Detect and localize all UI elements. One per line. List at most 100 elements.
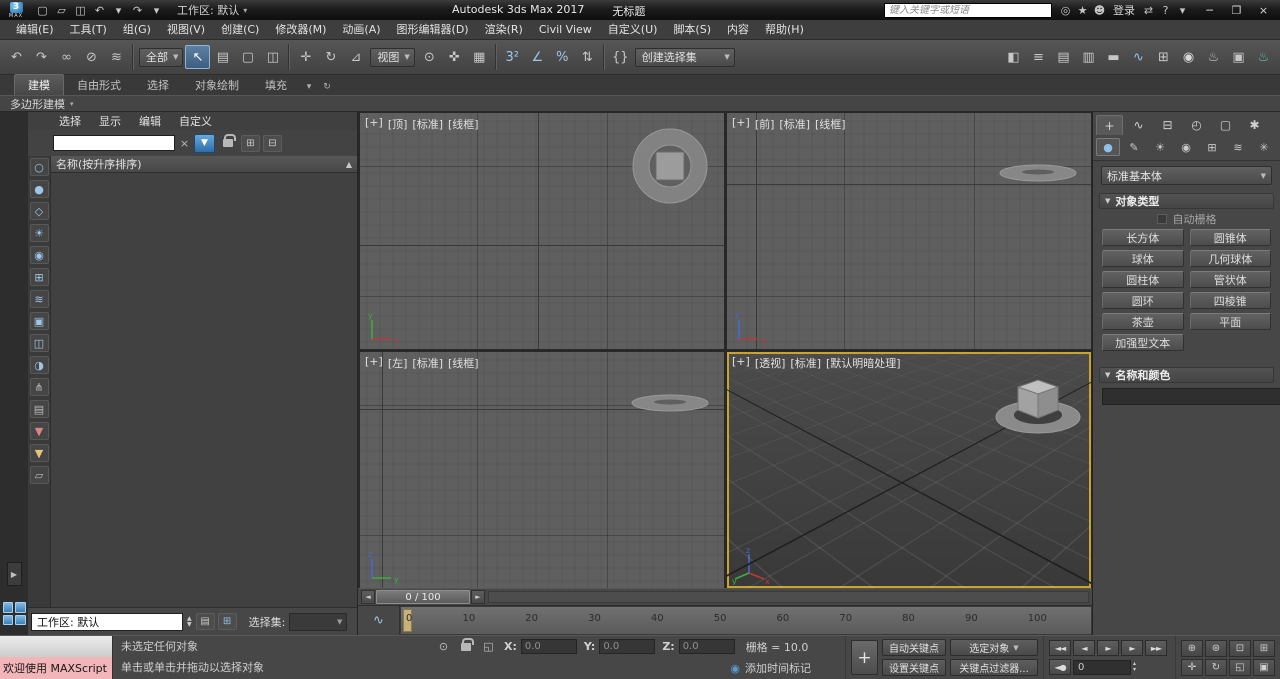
display-lights-icon[interactable]: ☀ bbox=[30, 224, 49, 242]
polygon-modeling-panel[interactable]: 多边形建模 bbox=[10, 96, 65, 112]
menu-civil-view[interactable]: Civil View bbox=[531, 20, 600, 39]
isolate-selection-icon[interactable]: ⊙ bbox=[435, 639, 452, 655]
cone-button[interactable]: 圆锥体 bbox=[1190, 229, 1272, 246]
viewport-label-segment[interactable]: [+] bbox=[365, 355, 383, 371]
search-icon[interactable]: ◎ bbox=[1057, 4, 1074, 17]
help-icon[interactable]: ? bbox=[1157, 4, 1174, 17]
scene-explorer-toggle-icon[interactable]: ▥ bbox=[1076, 45, 1101, 69]
maxscript-macro-row[interactable]: 欢迎使用 MAXScript bbox=[0, 657, 112, 679]
menu-graph-editors[interactable]: 图形编辑器(D) bbox=[389, 20, 477, 39]
pan-view-icon[interactable]: ✛ bbox=[1181, 659, 1203, 676]
key-mode-toggle-icon[interactable]: ◄● bbox=[1049, 659, 1071, 675]
angle-snap-icon[interactable]: ∠ bbox=[525, 45, 550, 69]
display-tab-icon[interactable]: ▢ bbox=[1212, 115, 1239, 135]
auto-key-button[interactable]: 自动关键点 bbox=[882, 639, 946, 656]
display-groups-icon[interactable]: ▣ bbox=[30, 312, 49, 330]
bind-to-space-warp-icon[interactable]: ≋ bbox=[104, 45, 129, 69]
large-plus-button[interactable]: + bbox=[851, 640, 878, 675]
key-filters-button[interactable]: 关键点过滤器... bbox=[950, 659, 1038, 676]
schematic-view-icon[interactable]: ⊞ bbox=[1151, 45, 1176, 69]
textplus-button[interactable]: 加强型文本 bbox=[1102, 334, 1184, 351]
viewport-label-segment[interactable]: [透视] bbox=[755, 355, 786, 371]
play-animation-icon[interactable]: ► bbox=[1097, 640, 1119, 656]
name-color-rollout-header[interactable]: ▼ 名称和颜色 bbox=[1099, 367, 1274, 383]
align-icon[interactable]: ≡ bbox=[1026, 45, 1051, 69]
hierarchy-tab-icon[interactable]: ⊟ bbox=[1154, 115, 1181, 135]
layer-list-icon[interactable]: ▤ bbox=[196, 613, 215, 630]
keyboard-override-icon[interactable]: ▦ bbox=[467, 45, 492, 69]
sort-alphabetical-icon[interactable]: ▤ bbox=[30, 400, 49, 418]
explorer-menu-select[interactable]: 选择 bbox=[50, 112, 90, 131]
space-warps-category-icon[interactable]: ≋ bbox=[1226, 138, 1250, 156]
display-geometry-icon[interactable]: ● bbox=[30, 180, 49, 198]
sort-ascending-icon[interactable]: ▲ bbox=[346, 160, 352, 169]
menu-group[interactable]: 组(G) bbox=[115, 20, 159, 39]
ribbon-tab-freeform[interactable]: 自由形式 bbox=[64, 75, 134, 95]
render-production-icon[interactable]: ♨ bbox=[1251, 45, 1276, 69]
zoom-all-icon[interactable]: ⊛ bbox=[1205, 640, 1227, 657]
mini-curve-editor-icon[interactable]: ∿ bbox=[358, 606, 400, 635]
render-setup-icon[interactable]: ♨ bbox=[1201, 45, 1226, 69]
viewport-label-segment[interactable]: [左] bbox=[388, 355, 408, 371]
pick-container-icon[interactable]: ▱ bbox=[30, 466, 49, 484]
window-crossing-icon[interactable]: ◫ bbox=[260, 45, 285, 69]
ribbon-tab-object-paint[interactable]: 对象绘制 bbox=[182, 75, 252, 95]
redo-dropdown-arrow-icon[interactable]: ▾ bbox=[147, 1, 166, 19]
display-helpers-icon[interactable]: ⊞ bbox=[30, 268, 49, 286]
spinner-snap-icon[interactable]: ⇅ bbox=[575, 45, 600, 69]
display-materials-icon[interactable]: ◑ bbox=[30, 356, 49, 374]
z-coordinate-field[interactable] bbox=[679, 639, 735, 654]
select-and-scale-icon[interactable]: ⊿ bbox=[343, 45, 368, 69]
menu-tools[interactable]: 工具(T) bbox=[62, 20, 115, 39]
close-button[interactable]: × bbox=[1250, 1, 1277, 19]
menu-views[interactable]: 视图(V) bbox=[159, 20, 213, 39]
explorer-menu-edit[interactable]: 编辑 bbox=[130, 112, 170, 131]
geometry-category-icon[interactable]: ● bbox=[1096, 138, 1120, 156]
favorites-star-icon[interactable]: ★ bbox=[1074, 4, 1091, 17]
select-and-rotate-icon[interactable]: ↻ bbox=[318, 45, 343, 69]
modify-tab-icon[interactable]: ∿ bbox=[1125, 115, 1152, 135]
selection-filter-dropdown[interactable]: 全部 ▼ bbox=[139, 48, 183, 67]
viewport-label-segment[interactable]: [标准] bbox=[779, 116, 810, 132]
previous-frame-icon[interactable]: ◄ bbox=[1073, 640, 1095, 656]
percent-snap-icon[interactable]: % bbox=[550, 45, 575, 69]
unlink-selection-icon[interactable]: ⊘ bbox=[79, 45, 104, 69]
absolute-offset-toggle-icon[interactable]: ◱ bbox=[480, 639, 497, 655]
field-of-view-icon[interactable]: ◱ bbox=[1229, 659, 1251, 676]
viewport-label-segment[interactable]: [标准] bbox=[412, 355, 443, 371]
search-input[interactable] bbox=[885, 5, 1051, 16]
time-slider-track[interactable] bbox=[488, 591, 1089, 603]
utilities-tab-icon[interactable]: ✱ bbox=[1241, 115, 1268, 135]
viewport-label-segment[interactable]: [前] bbox=[755, 116, 775, 132]
y-coordinate-field[interactable] bbox=[599, 639, 655, 654]
helpers-category-icon[interactable]: ⊞ bbox=[1200, 138, 1224, 156]
menu-scripting[interactable]: 脚本(S) bbox=[665, 20, 719, 39]
shapes-category-icon[interactable]: ✎ bbox=[1122, 138, 1146, 156]
orbit-icon[interactable]: ↻ bbox=[1205, 659, 1227, 676]
search-filter-icon[interactable]: ▼ bbox=[194, 134, 215, 153]
name-column-header[interactable]: 名称(按升序排序) ▲ bbox=[51, 156, 357, 173]
ribbon-toggle-icon[interactable]: ▬ bbox=[1101, 45, 1126, 69]
display-space-warps-icon[interactable]: ≋ bbox=[30, 290, 49, 308]
explorer-search-input[interactable] bbox=[53, 135, 175, 151]
explorer-menu-customize[interactable]: 自定义 bbox=[170, 112, 221, 131]
track-bar-ruler[interactable]: 0102030405060708090100 bbox=[400, 606, 1092, 635]
curve-editor-icon[interactable]: ∿ bbox=[1126, 45, 1151, 69]
open-file-icon[interactable]: ▱ bbox=[52, 1, 71, 19]
snap-toggle-3d-icon[interactable]: 3² bbox=[500, 45, 525, 69]
selection-lock-icon[interactable] bbox=[461, 643, 471, 651]
pyramid-button[interactable]: 四棱锥 bbox=[1190, 292, 1272, 309]
scene-object-list[interactable] bbox=[51, 173, 357, 607]
next-frame-arrow-icon[interactable]: ► bbox=[471, 590, 485, 604]
communication-center-icon[interactable]: ⇄ bbox=[1140, 4, 1157, 17]
zoom-extents-icon[interactable]: ⊡ bbox=[1229, 640, 1251, 657]
display-cameras-icon[interactable]: ◉ bbox=[30, 246, 49, 264]
ribbon-cycle-icon[interactable]: ↻ bbox=[318, 82, 336, 95]
go-to-end-icon[interactable]: ►► bbox=[1145, 640, 1167, 656]
cylinder-button[interactable]: 圆柱体 bbox=[1102, 271, 1184, 288]
viewport-label-segment[interactable]: [线框] bbox=[448, 355, 479, 371]
redo-icon[interactable]: ↷ bbox=[29, 45, 54, 69]
lights-category-icon[interactable]: ☀ bbox=[1148, 138, 1172, 156]
box-and-torus-object[interactable] bbox=[990, 370, 1086, 440]
redo-icon[interactable]: ↷ bbox=[128, 1, 147, 19]
